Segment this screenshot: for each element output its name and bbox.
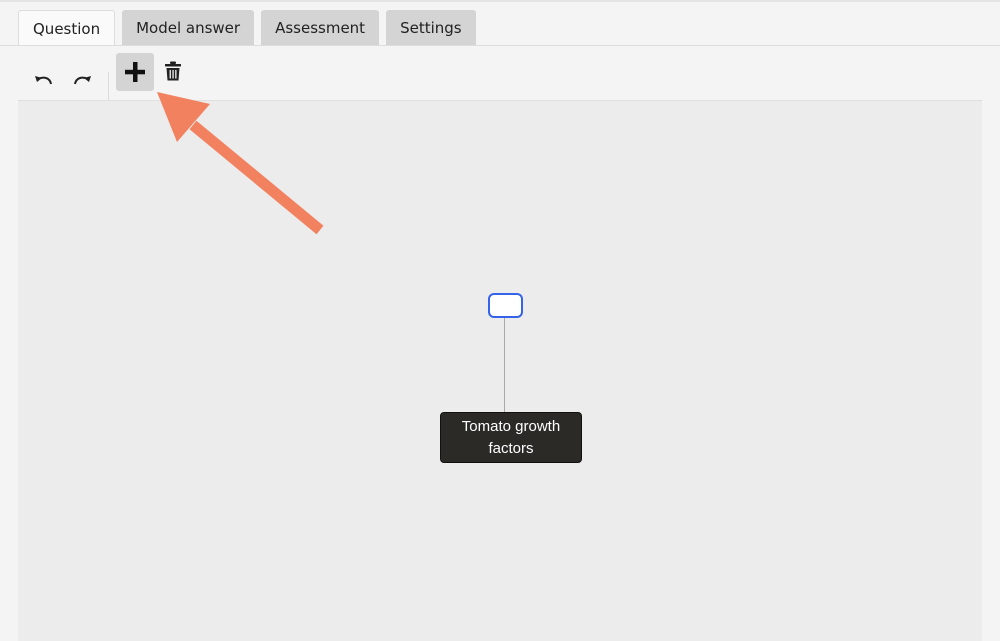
root-node-label: Tomato growth factors (461, 417, 561, 457)
undo-icon (35, 76, 52, 85)
tab-question[interactable]: Question (18, 10, 116, 47)
tab-settings[interactable]: Settings (386, 10, 476, 46)
toolbar-separator (108, 72, 109, 100)
node-connector-line (504, 318, 505, 412)
root-node[interactable]: Tomato growth factors (440, 412, 582, 463)
tab-model-answer-label: Model answer (136, 19, 241, 37)
undo-button[interactable] (30, 66, 58, 94)
redo-icon (74, 76, 91, 85)
top-border (0, 0, 1000, 2)
delete-node-button[interactable] (158, 56, 188, 86)
tab-question-label: Question (33, 20, 101, 38)
add-node-button[interactable] (116, 53, 154, 91)
tab-model-answer[interactable]: Model answer (122, 10, 255, 46)
page: Question Model answer Assessment Setting… (0, 0, 1000, 641)
tab-bar: Question Model answer Assessment Setting… (18, 10, 476, 47)
new-child-node[interactable] (488, 293, 523, 318)
tab-assessment-label: Assessment (275, 19, 366, 37)
plus-icon (125, 62, 145, 82)
tab-settings-label: Settings (400, 19, 462, 37)
redo-button[interactable] (68, 66, 96, 94)
toolbar (18, 46, 982, 100)
tab-assessment[interactable]: Assessment (261, 10, 380, 46)
mind-map-canvas[interactable] (18, 100, 982, 641)
trash-icon (165, 61, 181, 81)
